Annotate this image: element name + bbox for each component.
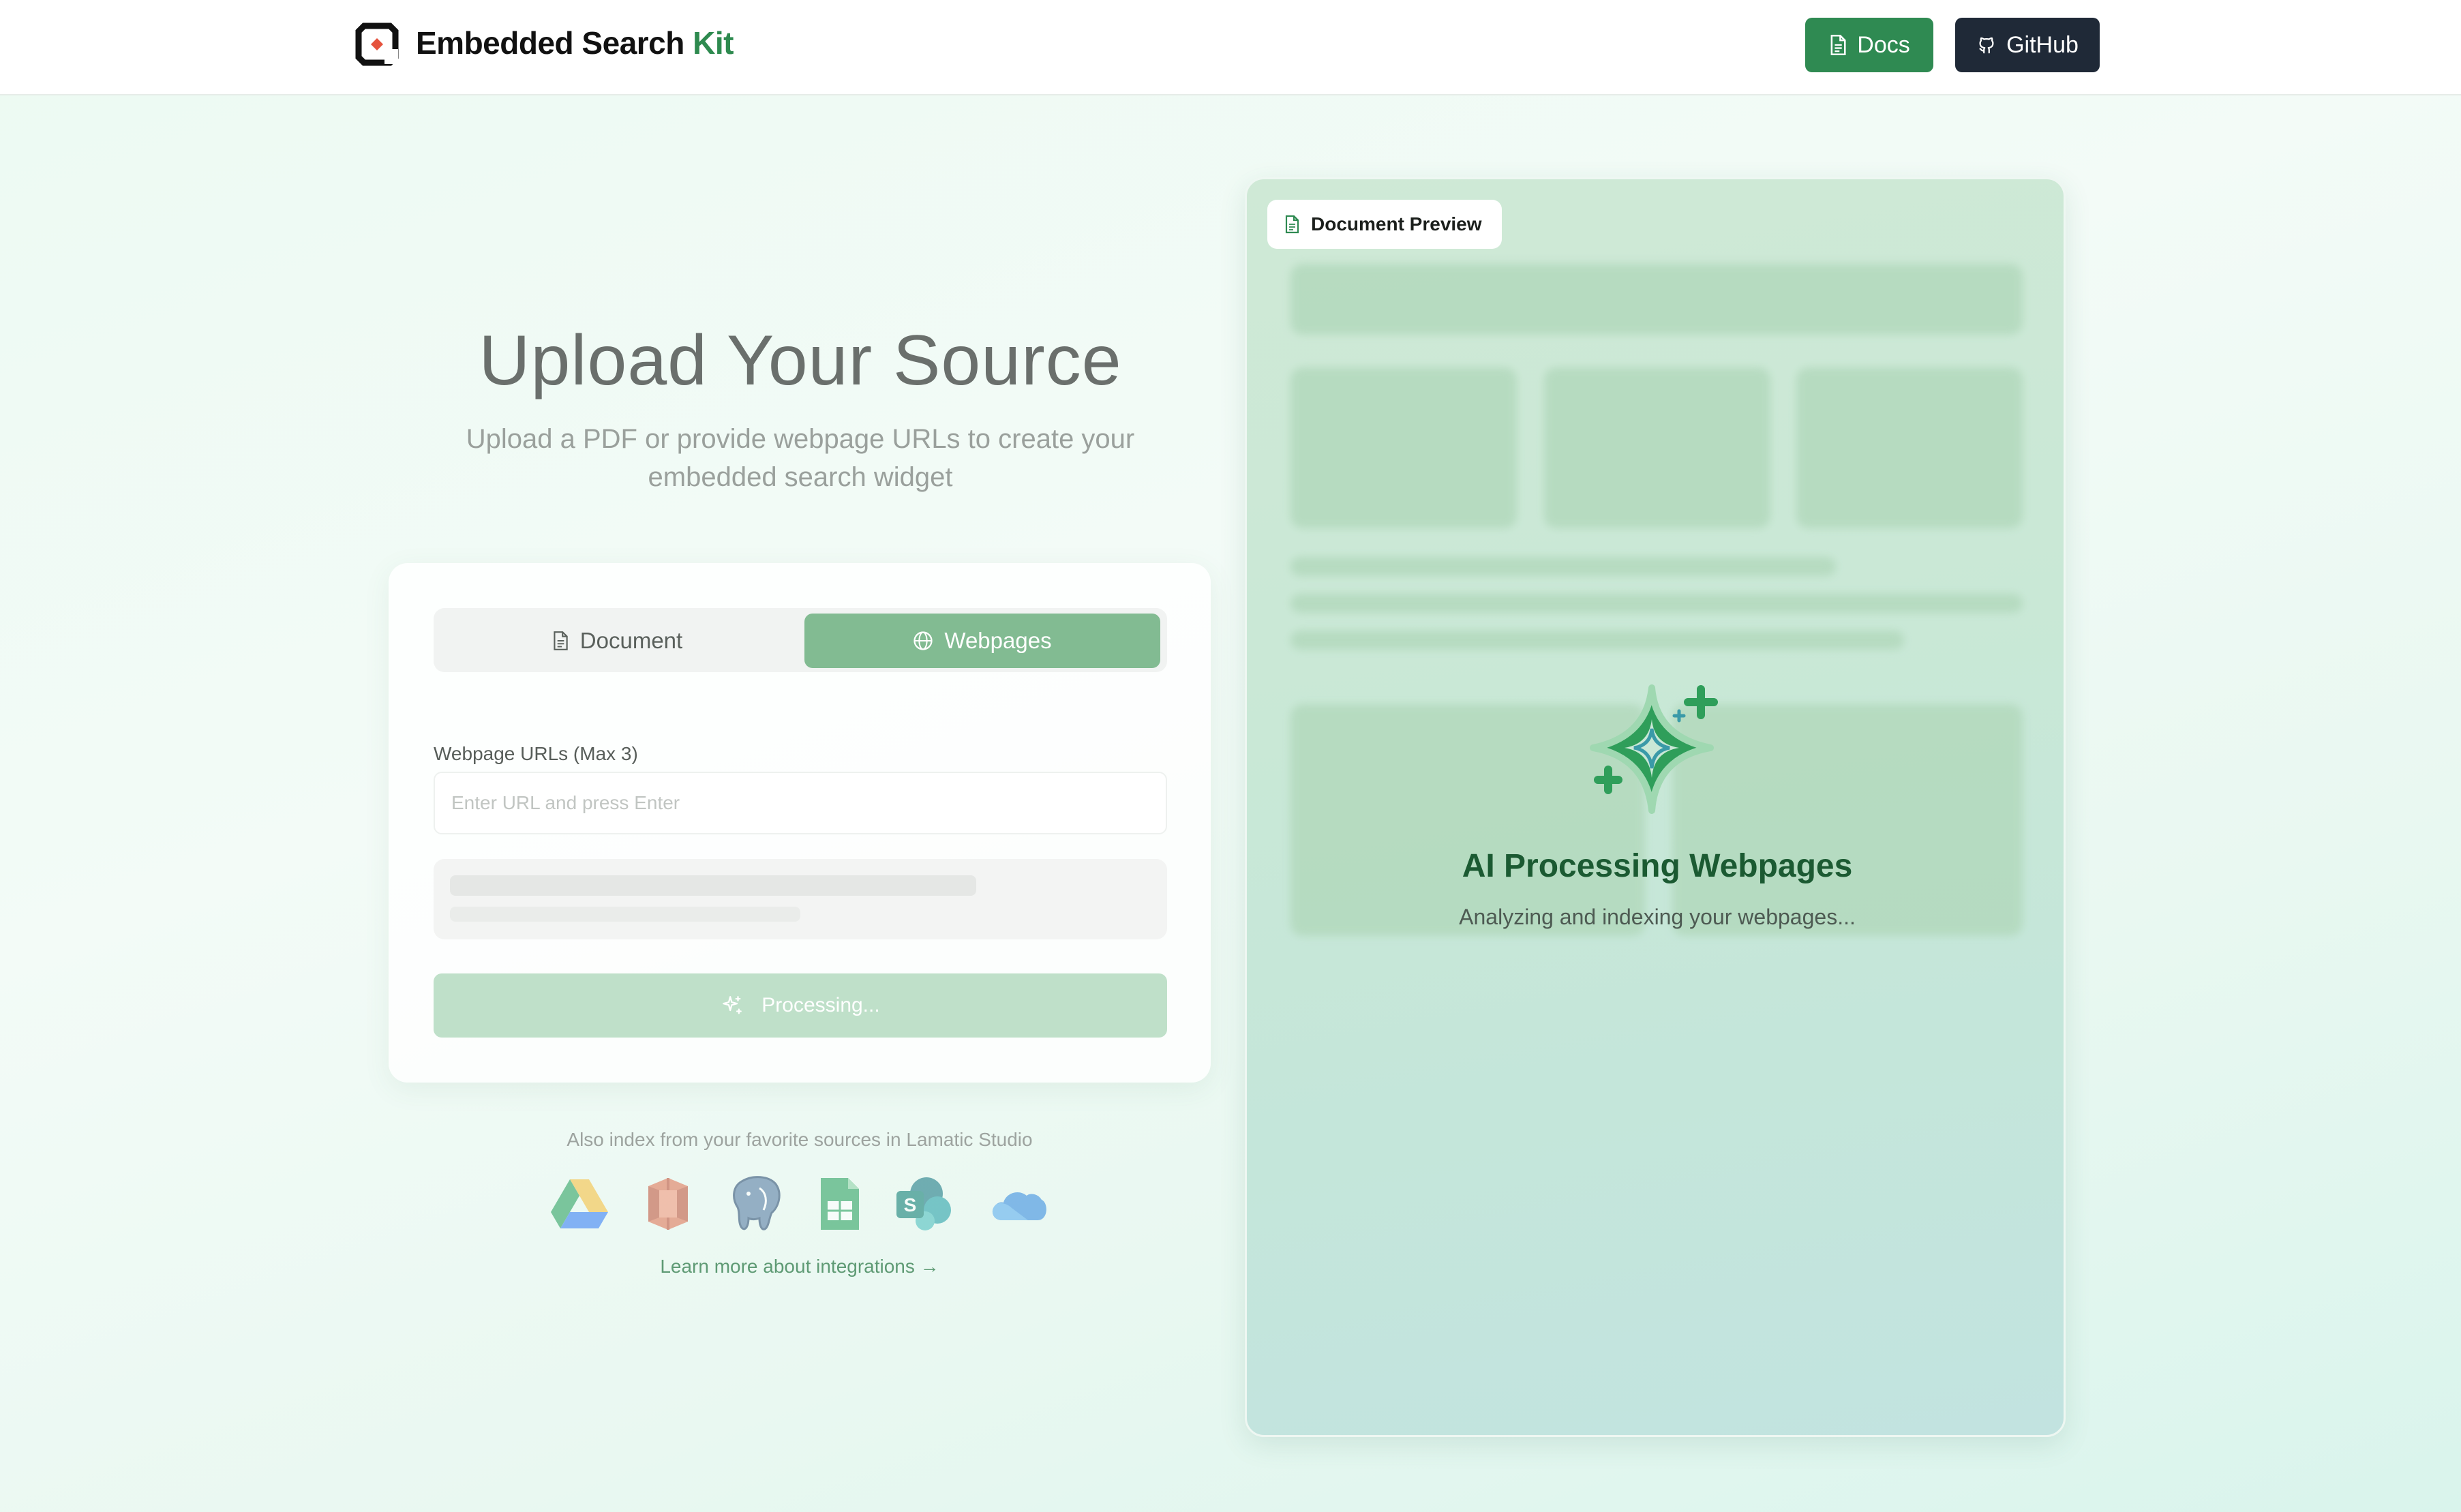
blurred-card (1544, 367, 1770, 528)
blurred-header-block (1290, 264, 2023, 335)
upload-card: Document Webpages Webpage URLs (Max 3) E… (389, 563, 1211, 1083)
ai-sparkle-icon (1590, 684, 1718, 814)
file-icon (1285, 215, 1299, 234)
learn-more-link[interactable]: Learn more about integrations → (389, 1256, 1211, 1277)
tab-document-label: Document (579, 628, 683, 653)
tab-webpages-label: Webpages (944, 628, 1052, 653)
ai-processing-title: AI Processing Webpages (1462, 848, 1853, 884)
google-sheets-icon[interactable] (818, 1175, 862, 1233)
processing-label: Processing... (761, 994, 880, 1016)
tab-webpages[interactable]: Webpages (804, 614, 1160, 668)
document-preview-panel: Document Preview AI Processing Webpages … (1245, 177, 2066, 1437)
github-icon (1979, 37, 1994, 54)
tab-document[interactable]: Document (439, 614, 795, 668)
brand-accent: Kit (693, 25, 734, 61)
skeleton-line (450, 875, 976, 896)
processing-button[interactable]: Processing... (434, 973, 1167, 1038)
blurred-text-line (1290, 631, 1904, 650)
aws-s3-icon[interactable] (641, 1175, 695, 1233)
top-bar: Embedded Search Kit Docs GitHub (0, 0, 2461, 95)
sharepoint-icon[interactable]: S (895, 1175, 954, 1233)
integrations-list: S (551, 1173, 1048, 1235)
file-icon (554, 631, 568, 650)
sparkle-icon (723, 996, 742, 1014)
brand-name: Embedded Search (416, 25, 684, 61)
svg-text:S: S (904, 1194, 917, 1215)
page-title: Upload Your Source (479, 321, 1122, 400)
brand-title[interactable]: Embedded Search Kit (416, 25, 734, 61)
logo-icon (355, 22, 399, 66)
page: Embedded Search Kit Docs GitHub Upload Y… (0, 0, 2461, 1512)
google-drive-icon[interactable] (551, 1177, 608, 1231)
github-button[interactable]: GitHub (1955, 18, 2100, 72)
document-preview-tag: Document Preview (1267, 200, 1502, 249)
integrations-intro: Also index from your favorite sources in… (567, 1129, 1033, 1150)
postgresql-icon[interactable] (728, 1175, 785, 1233)
github-label: GitHub (2006, 31, 2079, 58)
docs-button[interactable]: Docs (1805, 18, 1933, 72)
page-subtitle: Upload a PDF or provide webpage URLs to … (466, 424, 1135, 492)
blurred-text-line (1290, 594, 2023, 613)
onedrive-icon[interactable] (987, 1183, 1048, 1224)
ai-processing-subtitle: Analyzing and indexing your webpages... (1459, 905, 1856, 929)
url-field-label: Webpage URLs (Max 3) (434, 743, 638, 764)
blurred-card (1290, 367, 1517, 528)
blurred-text-line (1290, 557, 1836, 576)
url-input[interactable] (434, 772, 1167, 834)
blurred-card (1796, 367, 2023, 528)
docs-label: Docs (1857, 31, 1910, 58)
skeleton-line (450, 907, 800, 922)
file-icon (1830, 35, 1846, 55)
globe-icon (914, 631, 933, 650)
url-list-skeleton (434, 859, 1167, 939)
source-tabs: Document Webpages (434, 608, 1167, 672)
document-preview-label: Document Preview (1311, 213, 1482, 235)
